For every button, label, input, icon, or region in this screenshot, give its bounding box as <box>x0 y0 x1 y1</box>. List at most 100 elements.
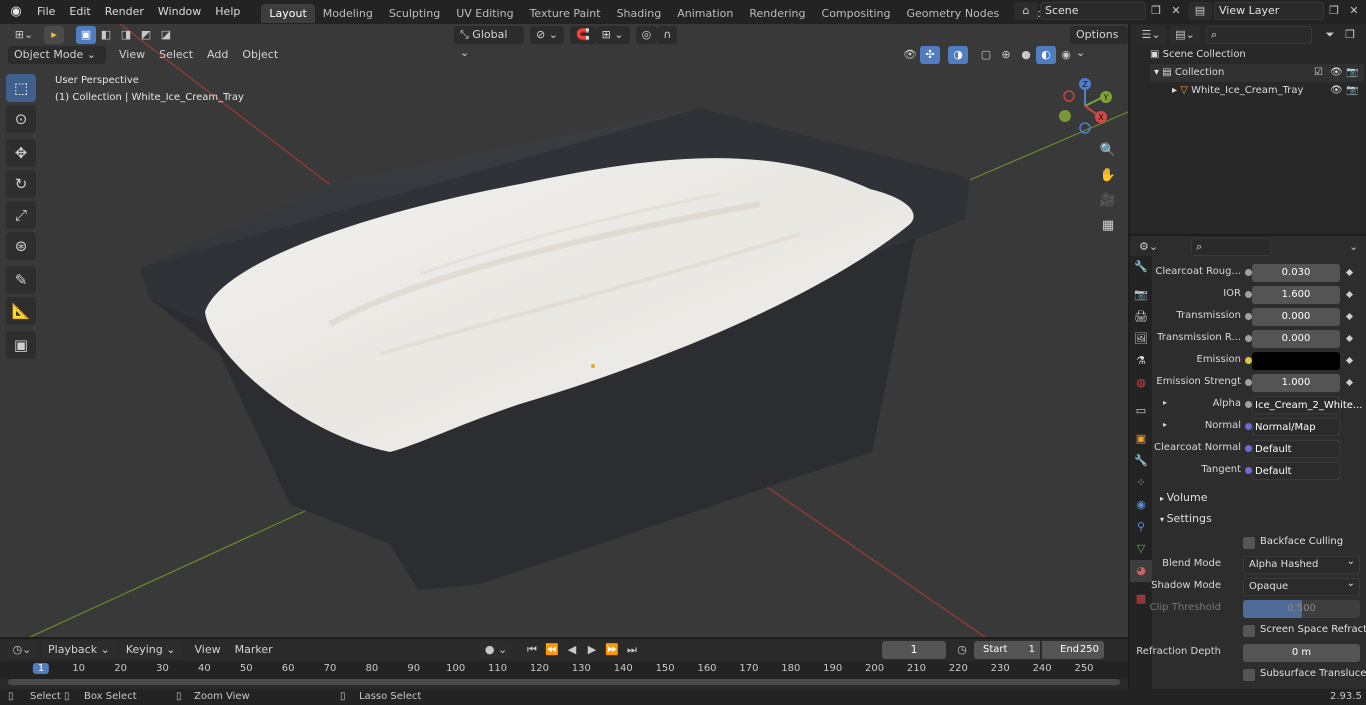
visibility-icon[interactable]: 👁 <box>900 46 920 64</box>
tab-uv-editing[interactable]: UV Editing <box>448 4 521 23</box>
collection-visibility-icon[interactable]: 👁 <box>1330 64 1343 82</box>
zoom-icon[interactable]: 🔍 <box>1097 140 1119 162</box>
properties-search-input[interactable]: ⌕ <box>1191 238 1272 256</box>
start-frame-field[interactable]: Start 1 <box>974 641 1040 659</box>
playback-menu[interactable]: Playback ⌄ <box>42 641 116 659</box>
select-mode-intersect-icon[interactable]: ◪ <box>156 26 176 44</box>
cursor-tool-icon[interactable]: ⊙ <box>6 105 36 133</box>
object-mode-dropdown[interactable]: Object Mode ⌄ <box>8 46 106 64</box>
keyframe-icon[interactable] <box>1345 356 1354 365</box>
transmission-field[interactable]: 0.000 <box>1252 308 1340 326</box>
transform-orientation-dropdown[interactable]: ⤡ Global ⌄ <box>454 26 524 59</box>
clearcoat-normal-field[interactable]: Default <box>1252 440 1340 458</box>
rotate-tool-icon[interactable]: ↻ <box>6 170 36 198</box>
pan-hand-icon[interactable]: ✋ <box>1097 165 1119 187</box>
end-frame-field[interactable]: End 250 <box>1042 641 1104 659</box>
new-scene-icon[interactable]: ❐ <box>1146 2 1166 20</box>
snap-toggle[interactable]: 🧲 <box>569 26 596 44</box>
perspective-toggle-icon[interactable]: ▦ <box>1097 215 1119 237</box>
tab-geometry-nodes[interactable]: Geometry Nodes <box>898 4 1007 23</box>
viewport-menu-object[interactable]: Object <box>235 46 285 64</box>
vector-socket-dot-icon[interactable] <box>1245 467 1252 474</box>
gizmo-toggle-icon[interactable]: ✣ <box>920 46 940 64</box>
keying-menu[interactable]: Keying ⌄ <box>119 641 182 659</box>
object-expand-arrow-icon[interactable]: ▸ <box>1172 85 1180 96</box>
world-tab-icon[interactable]: ◍ <box>1130 372 1152 394</box>
normal-link-field[interactable]: Normal/Map <box>1252 418 1340 436</box>
blend-mode-dropdown[interactable]: Alpha Hashed <box>1243 554 1360 574</box>
view-layer-field[interactable]: View Layer <box>1214 2 1324 20</box>
tab-rendering[interactable]: Rendering <box>741 4 813 23</box>
output-tab-icon[interactable]: 🖨 <box>1130 306 1152 328</box>
auto-keying-toggle[interactable]: ● ⌄ <box>480 641 512 659</box>
proportional-edit-toggle[interactable]: ◎ <box>635 26 658 44</box>
vector-socket-dot-icon[interactable] <box>1245 423 1252 430</box>
options-dropdown[interactable]: Options ⌄ <box>1070 26 1128 59</box>
current-frame-field[interactable]: 1 <box>882 641 946 659</box>
camera-view-icon[interactable]: 🎥 <box>1097 190 1119 212</box>
snap-element-dropdown[interactable]: ⊞ ⌄ <box>595 26 630 44</box>
expand-arrow-icon[interactable]: ▾ <box>1154 67 1162 78</box>
outliner-row-collection[interactable]: ▾ ▤ Collection ☑ 👁 📷 <box>1150 64 1364 82</box>
jump-end-icon[interactable]: ⏭ <box>622 641 642 659</box>
new-view-layer-icon[interactable]: ❐ <box>1324 2 1344 20</box>
particles-tab-icon[interactable]: ⁘ <box>1130 472 1152 494</box>
keyframe-icon[interactable] <box>1345 378 1354 387</box>
backface-culling-checkbox[interactable] <box>1243 537 1255 549</box>
play-icon[interactable]: ▶ <box>582 641 602 659</box>
add-cube-tool-icon[interactable]: ▣ <box>6 331 36 359</box>
jump-keyframe-forward-icon[interactable]: ⏩ <box>602 641 622 659</box>
tab-layout[interactable]: Layout <box>261 4 315 23</box>
scene-selector-icon[interactable]: ⌂ <box>1014 2 1038 20</box>
keyframe-icon[interactable] <box>1345 268 1354 277</box>
transform-tool-icon[interactable]: ⊛ <box>6 232 36 260</box>
view-layer-tab-icon[interactable]: 🖼 <box>1130 328 1152 350</box>
scene-name-field[interactable]: Scene <box>1040 2 1146 20</box>
outliner-row-object[interactable]: ▸ ▽ White_Ice_Cream_Tray 👁 📷 <box>1150 82 1364 100</box>
properties-editor-type-icon[interactable]: ⚙⌄ <box>1136 238 1162 256</box>
editor-type-icon[interactable]: ⊞⌄ <box>8 26 40 44</box>
outliner-row-scene-collection[interactable]: ▣ Scene Collection <box>1150 46 1246 64</box>
vector-socket-dot-icon[interactable] <box>1245 445 1252 452</box>
constraints-tab-icon[interactable]: ⚲ <box>1130 516 1152 538</box>
new-collection-icon[interactable]: ❐ <box>1340 26 1360 44</box>
timeline-editor-type-icon[interactable]: ◷⌄ <box>8 641 36 659</box>
scene-tab-icon[interactable]: ⚗ <box>1130 350 1152 372</box>
viewport-menu-select[interactable]: Select <box>152 46 200 64</box>
render-tab-icon[interactable]: 📷 <box>1130 284 1152 306</box>
keyframe-icon[interactable] <box>1345 334 1354 343</box>
solid-shading-icon[interactable]: ● <box>1016 46 1036 64</box>
select-box-tool-icon[interactable]: ⬚ <box>6 74 36 102</box>
overlay-toggle-icon[interactable]: ◑ <box>948 46 968 64</box>
select-mode-extend-icon[interactable]: ◧ <box>96 26 116 44</box>
rendered-shading-icon[interactable]: ◉ <box>1056 46 1076 64</box>
screen-space-refraction-checkbox[interactable] <box>1243 625 1255 637</box>
select-tool-icon[interactable]: ▸ <box>44 26 64 44</box>
clearcoat-roughness-field[interactable]: 0.030 <box>1252 264 1340 282</box>
annotate-tool-icon[interactable]: ✎ <box>6 266 36 294</box>
refraction-depth-field[interactable]: 0 m <box>1243 644 1360 662</box>
menu-window[interactable]: Window <box>151 2 208 22</box>
material-shading-icon[interactable]: ◐ <box>1036 46 1056 64</box>
frame-ruler[interactable]: 1 10 20 30 40 50 60 70 80 90 100 110 120 130 140 150 160… <box>0 661 1128 679</box>
timeline-menu-marker[interactable]: Marker <box>228 641 280 659</box>
properties-options-icon[interactable]: ⌄ <box>1345 238 1362 256</box>
color-socket-dot-icon[interactable] <box>1245 357 1252 364</box>
proportional-falloff-dropdown[interactable]: ∩ <box>657 26 678 44</box>
keyframe-icon[interactable] <box>1345 312 1354 321</box>
jump-keyframe-back-icon[interactable]: ⏪ <box>542 641 562 659</box>
keyframe-icon[interactable] <box>1345 290 1354 299</box>
viewport-menu-add[interactable]: Add <box>200 46 235 64</box>
menu-edit[interactable]: Edit <box>62 2 97 22</box>
timeline-scrollbar[interactable] <box>8 679 1120 685</box>
collection-render-icon[interactable]: 📷 <box>1346 64 1358 82</box>
shadow-mode-dropdown[interactable]: Opaque <box>1243 576 1360 596</box>
3d-viewport[interactable]: ⊞⌄ ▸ ▣ ◧ ◨ ◩ ◪ ⤡ Global ⌄ ⊘ ⌄ 🧲 ⊞ ⌄ ◎ ∩ … <box>0 24 1128 637</box>
select-mode-subtract-icon[interactable]: ◨ <box>116 26 136 44</box>
timeline-menu-view[interactable]: View <box>187 641 227 659</box>
data-tab-icon[interactable]: ▽ <box>1130 538 1152 560</box>
measure-tool-icon[interactable]: 📐 <box>6 297 36 325</box>
tab-modeling[interactable]: Modeling <box>315 4 381 23</box>
use-preview-range-icon[interactable]: ◷ <box>952 641 972 659</box>
view-layer-icon[interactable]: ▤ <box>1188 2 1212 20</box>
